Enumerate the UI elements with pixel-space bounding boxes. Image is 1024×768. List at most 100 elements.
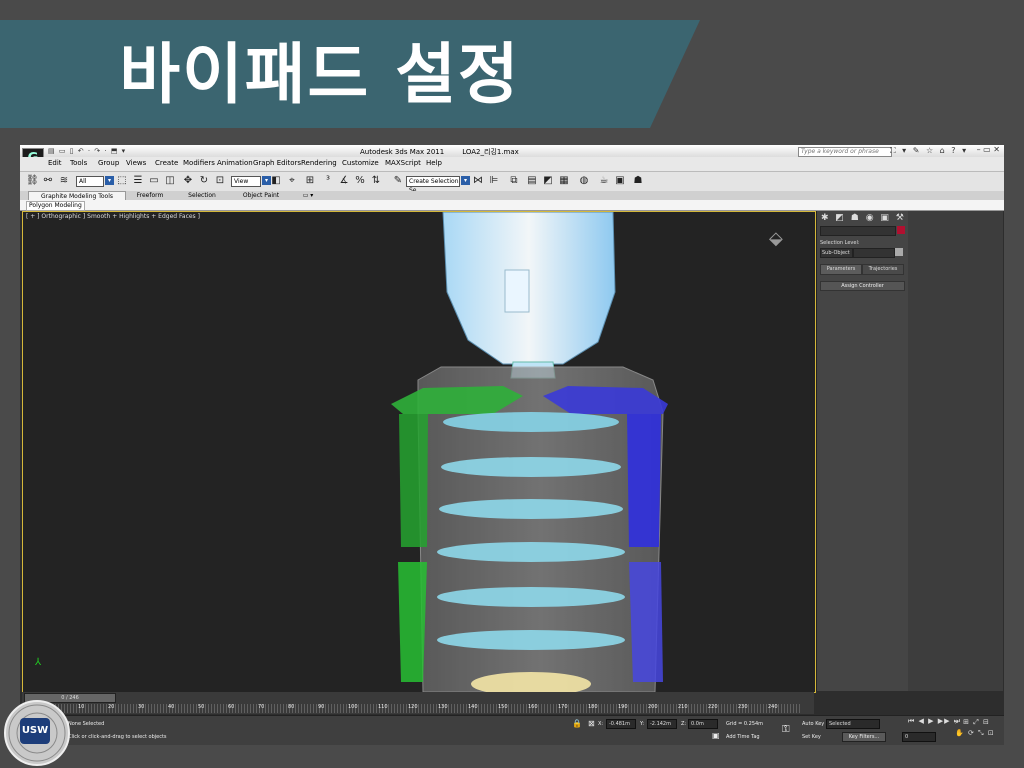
menu-edit[interactable]: Edit [48,159,62,167]
menu-views[interactable]: Views [126,159,146,167]
title-bar: ▤ ▭ ▯ ↶ · ↷ · ⬒ ▾ Autodesk 3ds Max 2011 L… [20,145,1004,157]
rendered-frame-icon[interactable]: ▣ [614,175,626,187]
edit-named-selection-icon[interactable]: ✎ [392,175,404,187]
current-frame-field[interactable]: 0 [902,732,936,742]
spine-disc-6 [437,630,625,650]
tab-parameters[interactable]: Parameters [820,264,862,275]
track-bar-tick-label: 80 [288,704,295,710]
reference-coordinate-dropdown[interactable]: View ▾ [231,176,271,187]
time-tag-icon[interactable]: ▣ [712,731,720,740]
playback-controls[interactable]: ⏮ ◀ ▶ ▶▶ ⏭ [908,717,961,726]
link-icon[interactable]: ⛓ [26,175,39,187]
menu-help[interactable]: Help [426,159,442,167]
select-manipulate-icon[interactable]: ⌖ [286,175,298,187]
select-object-icon[interactable]: ⬚ [116,175,128,187]
tab-selection[interactable]: Selection [180,191,224,200]
perspective-viewport[interactable]: [ + ] Orthographic ] Smooth + Highlights… [22,211,816,693]
right-upper-arm [627,414,661,547]
y-coordinate-field[interactable]: -2.142m [647,719,677,729]
rectangular-selection-icon[interactable]: ▭ [148,175,160,187]
track-bar-tick-label: 180 [588,704,598,710]
schematic-view-icon[interactable]: ▦ [558,175,570,187]
sub-object-dropdown[interactable] [853,248,895,258]
z-coordinate-field[interactable]: 0.0m [688,719,718,729]
object-color-swatch[interactable] [897,226,905,234]
viewport-navigation-icons[interactable]: ⌕ ⊞ ⤢ ⊟ ✋ ⟳ ⤡ ⊡ [955,717,995,739]
absolute-mode-icon[interactable]: ⊠ [588,719,595,728]
seal-monogram: USW [20,718,50,744]
left-forearm [398,562,427,682]
key-icon[interactable]: ⚿ [782,724,790,735]
spine-disc-2 [441,457,621,477]
assign-controller-rollout[interactable]: Assign Controller [820,281,905,291]
tab-trajectories[interactable]: Trajectories [862,264,904,275]
track-bar-tick-label: 160 [528,704,538,710]
key-mode-dropdown[interactable]: Selected [826,719,880,729]
sub-object-button[interactable]: Sub-Object [820,248,853,258]
key-filters-button[interactable]: Key Filters... [842,732,886,742]
x-label: X: [598,721,604,727]
material-editor-icon[interactable]: ◍ [578,175,590,187]
pivot-icon[interactable]: ◧ [270,175,282,187]
keyboard-shortcut-icon[interactable]: ⊞ [304,175,316,187]
menu-customize[interactable]: Customize [342,159,379,167]
status-bar: None Selected Click or click-and-drag to… [20,715,1004,745]
menu-tools[interactable]: Tools [70,159,87,167]
window-crossing-icon[interactable]: ◫ [164,175,176,187]
rotate-icon[interactable]: ↻ [198,175,210,187]
right-forearm [629,562,663,682]
select-by-name-icon[interactable]: ☰ [132,175,144,187]
lock-icon[interactable]: 🔒 [572,719,582,728]
named-selection-dropdown[interactable]: Create Selection Se▾ [406,176,470,194]
spinner-snap-icon[interactable]: ⇅ [370,175,382,187]
track-bar-tick-label: 20 [108,704,115,710]
menu-modifiers[interactable]: Modifiers [183,159,215,167]
selection-filter-dropdown[interactable]: All ▾ [76,176,114,187]
command-panel-tab-icons[interactable]: ✱ ◩ ☗ ◉ ▣ ⚒ [821,213,906,223]
curve-editor-icon[interactable]: ◩ [542,175,554,187]
quick-access-toolbar[interactable]: ▤ ▭ ▯ ↶ · ↷ · ⬒ ▾ [48,147,126,155]
ribbon-panel: Polygon Modeling [20,200,1004,211]
menu-create[interactable]: Create [155,159,178,167]
university-seal-logo: USW [4,700,70,766]
app-window: ▤ ▭ ▯ ↶ · ↷ · ⬒ ▾ Autodesk 3ds Max 2011 L… [20,145,1004,745]
menu-group[interactable]: Group [98,159,119,167]
object-name-field[interactable] [820,226,896,236]
menu-animation[interactable]: Animation [217,159,253,167]
ribbon-tabs: Graphite Modeling Tools Freeform Selecti… [20,191,1004,201]
align-icon[interactable]: ⊫ [488,175,500,187]
add-time-tag-button[interactable]: Add Time Tag [726,734,760,740]
set-key-button[interactable]: Set Key [802,734,821,740]
sub-object-dropdown-arrow[interactable] [895,248,903,256]
polygon-modeling-panel[interactable]: Polygon Modeling [26,201,85,211]
percent-snap-icon[interactable]: % [354,175,366,187]
prompt-line: Click or click-and-drag to select object… [68,734,167,740]
mirror-icon[interactable]: ⋈ [472,175,484,187]
angle-snap-icon[interactable]: ∡ [338,175,350,187]
tab-freeform[interactable]: Freeform [130,191,170,200]
track-bar-tick-label: 30 [138,704,145,710]
infocenter-icons[interactable]: ⛶ ▾ ✎ ☆ ⌂ ? ▾ [890,146,968,156]
graphite-toggle-icon[interactable]: ▤ [526,175,538,187]
bind-space-warp-icon[interactable]: ≋ [58,175,70,187]
menu-graph-editors[interactable]: Graph Editors [253,159,301,167]
unlink-icon[interactable]: ⚯ [42,175,54,187]
menu-maxscript[interactable]: MAXScript [385,159,421,167]
tab-object-paint[interactable]: Object Paint [236,191,286,200]
render-icon[interactable]: ☗ [632,175,644,187]
render-setup-icon[interactable]: ☕ [598,175,610,187]
menu-rendering[interactable]: Rendering [301,159,337,167]
move-icon[interactable]: ✥ [182,175,194,187]
snaps-toggle-icon[interactable]: ³ [322,175,334,187]
scale-icon[interactable]: ⊡ [214,175,226,187]
ribbon-options-button[interactable]: ▭ ▾ [298,191,318,200]
help-search-input[interactable]: Type a keyword or phrase [798,147,892,157]
auto-key-button[interactable]: Auto Key [802,721,824,727]
layer-manager-icon[interactable]: ⧉ [508,175,520,187]
selection-status: None Selected [68,721,105,727]
x-coordinate-field[interactable]: -0.481m [606,719,636,729]
window-controls[interactable]: – ▭ ✕ [977,145,1000,154]
viewport-label[interactable]: [ + ] Orthographic ] Smooth + Highlights… [26,213,200,220]
viewcube-icon[interactable]: ⬙ [769,228,783,249]
spine-disc-3 [439,499,623,519]
